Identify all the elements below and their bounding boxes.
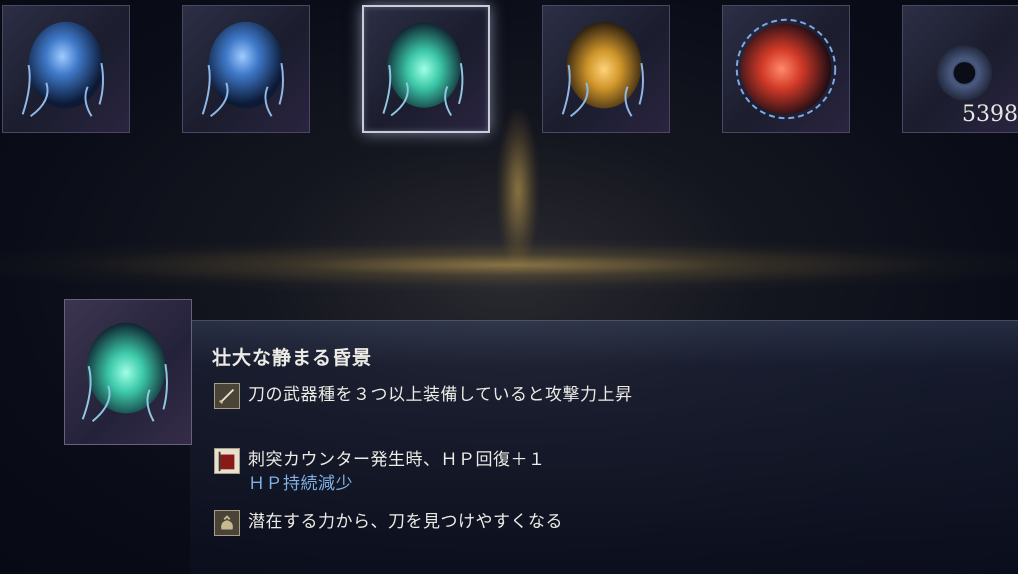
golden-light-pillar <box>498 110 538 270</box>
effect-subtext: ＨＰ持続減少 <box>248 474 353 494</box>
effect-3: 潜在する力から、刀を見つけやすくなる <box>214 510 563 536</box>
pouch-icon <box>214 510 240 536</box>
relic-title: 壮大な静まる昏景 <box>212 347 373 369</box>
currency-count: 5398 <box>962 102 1018 127</box>
relic-slot-2[interactable] <box>182 5 310 133</box>
effect-text: 刺突カウンター発生時、ＨＰ回復＋１ <box>248 450 546 470</box>
relic-slot-5[interactable] <box>722 5 850 133</box>
effect-text: 刀の武器種を３つ以上装備していると攻撃力上昇 <box>248 385 633 405</box>
relic-blue-icon <box>201 21 284 118</box>
sword-icon <box>214 383 240 409</box>
relic-yellow-icon <box>561 21 644 118</box>
relic-slot-1[interactable] <box>2 5 130 133</box>
relic-slot-6[interactable]: 5398 <box>902 5 1018 133</box>
relic-slot-3[interactable] <box>362 5 490 133</box>
relic-green-icon <box>382 22 464 117</box>
effect-text: 潜在する力から、刀を見つけやすくなる <box>248 512 563 532</box>
effect-2: 刺突カウンター発生時、ＨＰ回復＋１ ＨＰ持続減少 <box>214 448 546 496</box>
relic-red-icon <box>735 18 837 120</box>
selected-relic-icon <box>64 299 192 445</box>
red-banner-icon <box>214 448 240 474</box>
relic-green-icon <box>81 322 168 422</box>
effect-1: 刀の武器種を３つ以上装備していると攻撃力上昇 <box>214 383 633 409</box>
relic-blue-icon <box>21 21 104 118</box>
relic-slot-4[interactable] <box>542 5 670 133</box>
